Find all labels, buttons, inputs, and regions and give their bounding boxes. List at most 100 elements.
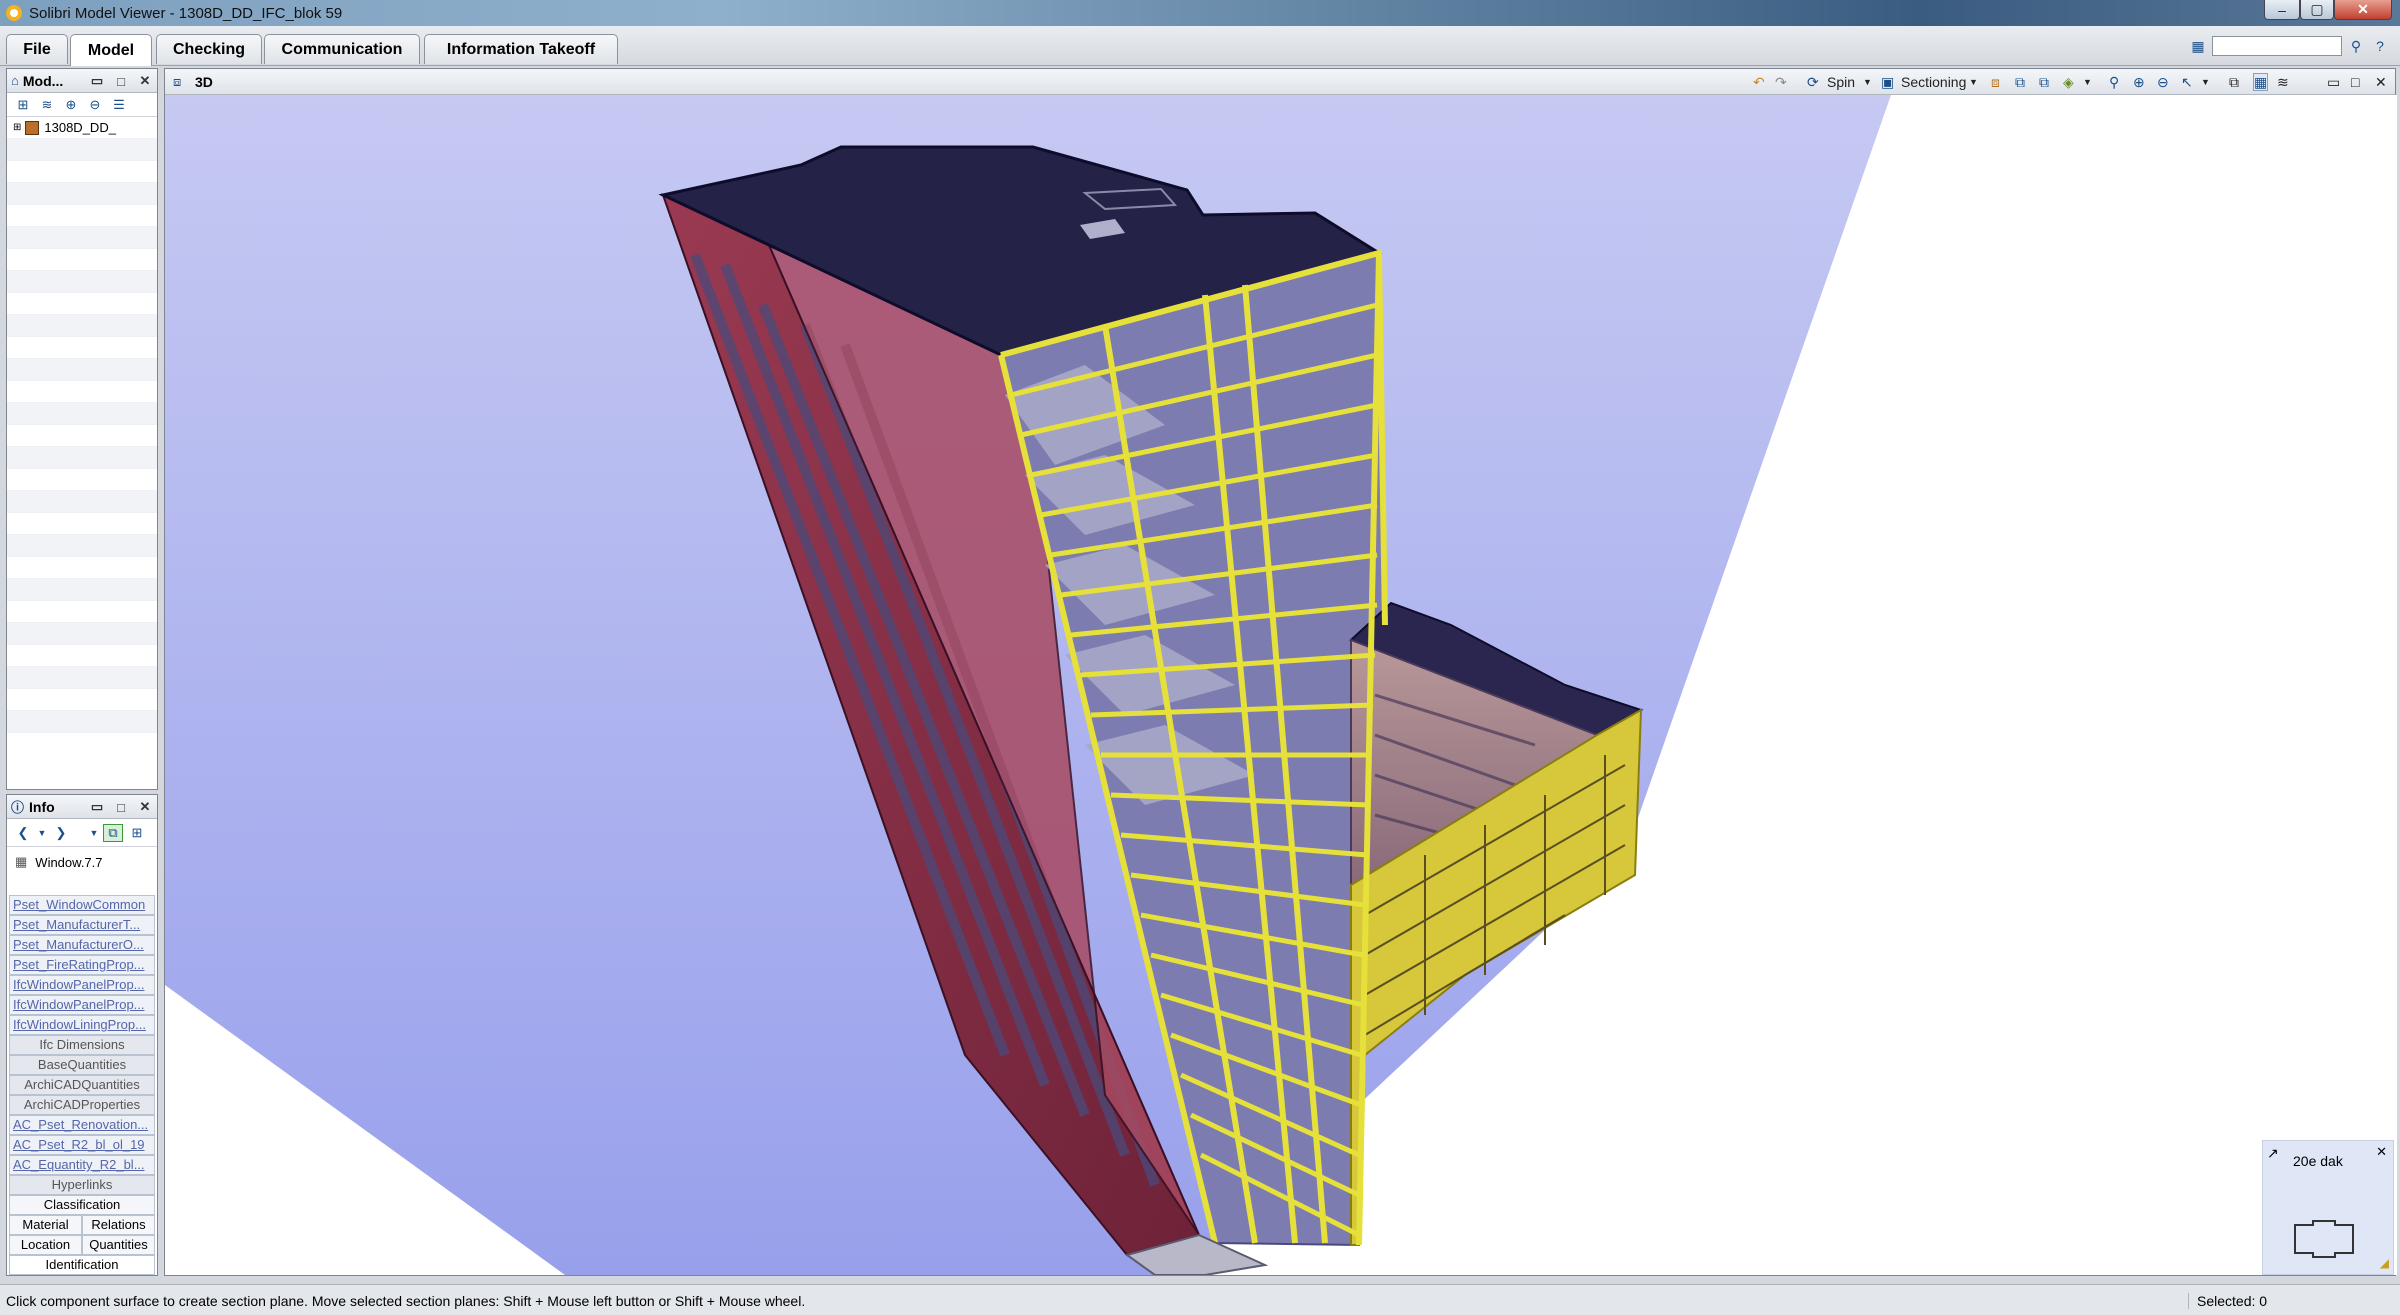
sectioning-dropdown-icon[interactable]: ▼ — [1969, 73, 1978, 91]
select-icon[interactable]: ⊞ — [127, 824, 147, 842]
minimize-view-icon[interactable]: ▭ — [2327, 73, 2340, 91]
box-view-icon[interactable]: ⧈ — [1991, 73, 2000, 91]
close-info-icon[interactable]: ✕ — [137, 799, 153, 815]
help-icon[interactable]: ? — [2370, 36, 2390, 56]
zoom-in-icon[interactable]: ⊕ — [2133, 73, 2145, 91]
pset-link[interactable]: Pset_ManufacturerT... — [9, 915, 155, 935]
tab-communication[interactable]: Communication — [264, 34, 420, 64]
list-icon[interactable]: ☰ — [109, 96, 129, 114]
3d-scene[interactable] — [165, 95, 2397, 1275]
minimize-info-icon[interactable]: ▭ — [89, 799, 105, 815]
close-view-icon[interactable]: ✕ — [2375, 73, 2387, 91]
maximize-view-icon[interactable]: □ — [2351, 73, 2359, 91]
window-icon[interactable]: ⧉ — [2229, 73, 2239, 91]
collapse-all-icon[interactable]: ⊖ — [85, 96, 105, 114]
info-panel: ⓘ Info ▭ □ ✕ ❮ ▼ ❯ ▼ ⧉ ⊞ ▦ Window.7.7 Ps… — [6, 794, 158, 1276]
tab-identification[interactable]: Identification — [9, 1255, 155, 1275]
window-component-icon: ▦ — [15, 854, 28, 869]
window-title: Solibri Model Viewer - 1308D_DD_IFC_blok… — [29, 4, 343, 22]
maximize-info-icon[interactable]: □ — [113, 799, 129, 815]
info-tab[interactable]: ArchiCADProperties — [9, 1095, 155, 1115]
maximize-panel-icon[interactable]: □ — [113, 73, 129, 89]
title-bar: Solibri Model Viewer - 1308D_DD_IFC_blok… — [0, 0, 2400, 26]
property-set-list: Pset_WindowCommon Pset_ManufacturerT... … — [7, 895, 157, 1275]
zoom-fit-icon[interactable]: ⚲ — [2109, 73, 2119, 91]
expand-arrow-icon[interactable]: ↗ — [2267, 1145, 2279, 1162]
status-message: Click component surface to create sectio… — [6, 1293, 806, 1309]
tab-information-takeoff[interactable]: Information Takeoff — [424, 34, 618, 64]
sectioning-button[interactable]: Sectioning — [1901, 73, 1966, 91]
pset-link[interactable]: Pset_WindowCommon — [9, 895, 155, 915]
sectioning-icon[interactable]: ▣ — [1881, 73, 1894, 91]
tab-model[interactable]: Model — [70, 34, 152, 66]
main-tab-bar: File Model Checking Communication Inform… — [0, 26, 2400, 66]
layers-icon[interactable]: ≋ — [37, 96, 57, 114]
pset-link[interactable]: AC_Equantity_R2_bl... — [9, 1155, 155, 1175]
close-minimap-icon[interactable]: ✕ — [2376, 1144, 2387, 1160]
tree-view-icon[interactable]: ⊞ — [13, 96, 33, 114]
info-tab[interactable]: Hyperlinks — [9, 1175, 155, 1195]
minimize-button[interactable]: – — [2264, 0, 2300, 20]
info-title: Info — [29, 798, 55, 815]
iso-view-icon[interactable]: ◈ — [2063, 73, 2074, 91]
selected-component-label: Window.7.7 — [35, 854, 103, 870]
floor-minimap[interactable]: ↗ ✕ 20e dak ◢ — [2262, 1140, 2394, 1275]
3d-view-title: 3D — [195, 74, 213, 90]
close-button[interactable]: ✕ — [2334, 0, 2392, 20]
zoom-out-icon[interactable]: ⊖ — [2157, 73, 2169, 91]
pointer-dropdown-icon[interactable]: ▼ — [2201, 73, 2210, 91]
spin-button[interactable]: Spin — [1827, 73, 1855, 91]
layout-icon[interactable]: ▦ — [2188, 36, 2208, 56]
redo-icon[interactable]: ↷ — [1775, 73, 1787, 91]
selected-component: ▦ Window.7.7 — [7, 847, 157, 877]
info-header: ⓘ Info ▭ □ ✕ — [7, 795, 157, 819]
pset-link[interactable]: IfcWindowLiningProp... — [9, 1015, 155, 1035]
search-input[interactable] — [2212, 36, 2342, 56]
tab-material[interactable]: Material — [9, 1215, 82, 1235]
spin-icon[interactable]: ⟳ — [1807, 73, 1819, 91]
close-panel-icon[interactable]: ✕ — [137, 73, 153, 89]
floor-label: 20e dak — [2293, 1153, 2343, 1169]
tree-item-label: 1308D_DD_ — [44, 120, 116, 135]
spin-dropdown-icon[interactable]: ▼ — [1863, 73, 1872, 91]
tab-checking[interactable]: Checking — [156, 34, 262, 64]
pin-icon[interactable]: ⧉ — [103, 823, 123, 842]
pset-link[interactable]: IfcWindowPanelProp... — [9, 995, 155, 1015]
find-icon[interactable]: ⚲ — [2346, 36, 2366, 56]
minimize-panel-icon[interactable]: ▭ — [89, 73, 105, 89]
pset-link[interactable]: AC_Pset_R2_bl_ol_19 — [9, 1135, 155, 1155]
back-icon[interactable]: ❮ — [13, 824, 33, 842]
info-toolbar: ❮ ▼ ❯ ▼ ⧉ ⊞ — [7, 819, 157, 847]
info-tab[interactable]: ArchiCADQuantities — [9, 1075, 155, 1095]
front-view-icon[interactable]: ⧉ — [2015, 73, 2025, 91]
view-dropdown-icon[interactable]: ▼ — [2083, 73, 2092, 91]
maximize-button[interactable]: ▢ — [2300, 0, 2334, 20]
forward-dropdown-icon[interactable]: ▼ — [89, 824, 99, 842]
back-dropdown-icon[interactable]: ▼ — [37, 824, 47, 842]
tab-classification[interactable]: Classification — [9, 1195, 155, 1215]
layout-toggle-icon[interactable]: ▦ — [2253, 73, 2269, 91]
tab-quantities[interactable]: Quantities — [82, 1235, 155, 1255]
layers-toggle-icon[interactable]: ≋ — [2277, 73, 2289, 91]
pointer-icon[interactable]: ↖ — [2181, 73, 2193, 91]
info-tab[interactable]: Ifc Dimensions — [9, 1035, 155, 1055]
expand-icon[interactable]: ⊞ — [13, 122, 21, 133]
side-view-icon[interactable]: ⧉ — [2039, 73, 2049, 91]
tree-item-root[interactable]: ⊞ 1308D_DD_ — [7, 117, 157, 139]
model-tree-panel: ⌂ Mod... ▭ □ ✕ ⊞ ≋ ⊕ ⊖ ☰ ⊞ 1308D_DD_ — [6, 68, 158, 790]
tab-relations[interactable]: Relations — [82, 1215, 155, 1235]
pset-link[interactable]: AC_Pset_Renovation... — [9, 1115, 155, 1135]
model-tree-toolbar: ⊞ ≋ ⊕ ⊖ ☰ — [7, 93, 157, 117]
pset-link[interactable]: IfcWindowPanelProp... — [9, 975, 155, 995]
tab-location[interactable]: Location — [9, 1235, 82, 1255]
expand-all-icon[interactable]: ⊕ — [61, 96, 81, 114]
tab-file[interactable]: File — [6, 34, 68, 64]
resize-icon[interactable]: ◢ — [2380, 1256, 2389, 1270]
3d-view-header: ⧈ 3D ↶ ↷ ⟳ Spin ▼ ▣ Sectioning ▼ ⧈ ⧉ ⧉ ◈… — [165, 69, 2395, 95]
info-tab[interactable]: BaseQuantities — [9, 1055, 155, 1075]
pset-link[interactable]: Pset_FireRatingProp... — [9, 955, 155, 975]
pset-link[interactable]: Pset_ManufacturerO... — [9, 935, 155, 955]
undo-icon[interactable]: ↶ — [1753, 73, 1765, 91]
model-icon — [25, 120, 40, 135]
forward-icon[interactable]: ❯ — [51, 824, 71, 842]
